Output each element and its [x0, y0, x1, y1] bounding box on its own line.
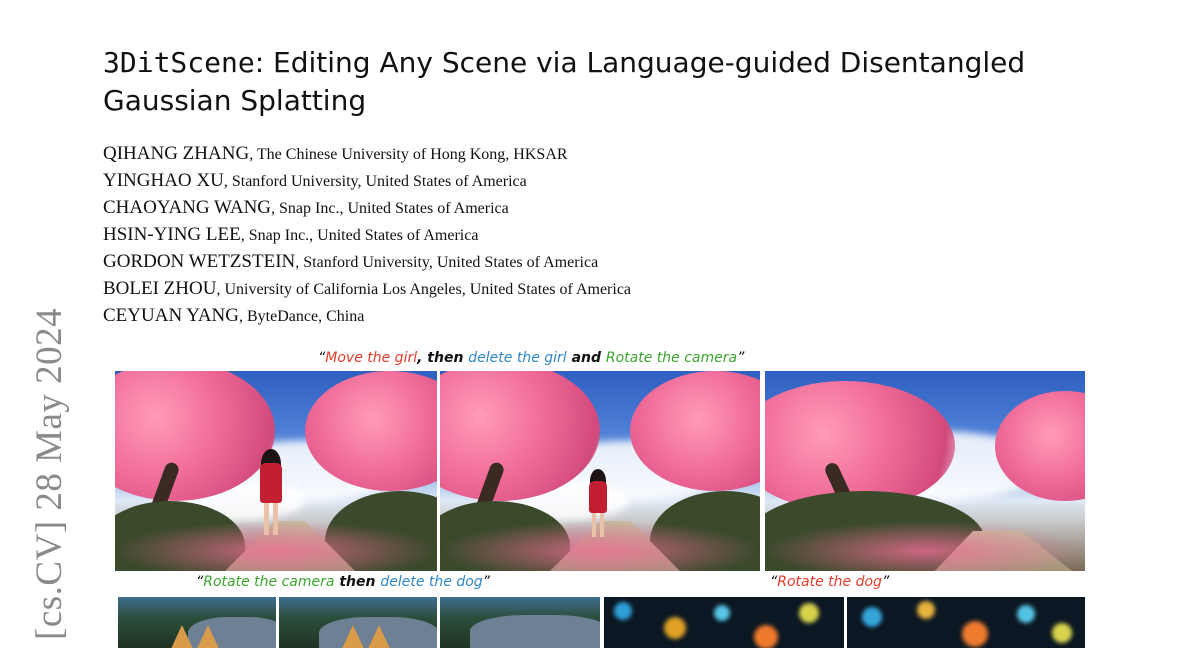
author-affiliation: , University of California Los Angeles, …	[216, 281, 632, 298]
author-entry: YINGHAO XU, Stanford University, United …	[103, 167, 631, 194]
author-affiliation: , Snap Inc., United States of America	[271, 200, 509, 217]
author-affiliation: , Stanford University, United States of …	[295, 254, 599, 271]
figure-panel-moved-girl	[440, 371, 760, 571]
author-entry: QIHANG ZHANG, The Chinese University of …	[103, 140, 631, 167]
caption-then: , then	[417, 350, 469, 366]
author-entry: CHAOYANG WANG, Snap Inc., United States …	[103, 194, 631, 221]
author-name: CEYUAN YANG	[103, 305, 239, 326]
author-name: GORDON WETZSTEIN	[103, 251, 296, 272]
author-list: QIHANG ZHANG, The Chinese University of …	[103, 140, 631, 329]
figure-panel-dog-1	[118, 597, 276, 648]
author-name: CHAOYANG WANG	[103, 197, 272, 218]
caption-delete-girl: delete the girl	[468, 350, 567, 366]
author-name: HSIN-YING LEE	[103, 224, 241, 245]
quote-close: ”	[737, 350, 745, 366]
figure-panel-rotated-camera	[765, 371, 1085, 571]
author-name: QIHANG ZHANG	[103, 143, 250, 164]
author-affiliation: , Stanford University, United States of …	[223, 173, 527, 190]
author-affiliation: , ByteDance, China	[239, 308, 365, 325]
caption-move-girl: Move the girl	[325, 350, 418, 366]
author-entry: HSIN-YING LEE, Snap Inc., United States …	[103, 221, 631, 248]
title-line1-rest: : Editing Any Scene via Language-guided …	[254, 46, 1026, 79]
author-name: YINGHAO XU	[103, 170, 224, 191]
author-affiliation: , Snap Inc., United States of America	[240, 227, 479, 244]
figure-panel-bokeh-2	[847, 597, 1085, 648]
author-entry: CEYUAN YANG, ByteDance, China	[103, 302, 631, 329]
title-line2: Gaussian Splatting	[103, 84, 367, 117]
caption-delete-dog: delete the dog	[380, 574, 483, 590]
caption-rotate-camera: Rotate the camera	[203, 574, 335, 590]
figure-panel-bokeh-1	[604, 597, 844, 648]
caption-and: and	[566, 350, 606, 366]
quote-close: ”	[881, 574, 890, 590]
paper-title: 3DitScene: Editing Any Scene via Languag…	[103, 44, 1103, 120]
author-affiliation: , The Chinese University of Hong Kong, H…	[249, 146, 568, 163]
author-entry: BOLEI ZHOU, University of California Los…	[103, 275, 631, 302]
author-entry: GORDON WETZSTEIN, Stanford University, U…	[103, 248, 631, 275]
figure-panel-original	[115, 371, 437, 571]
caption-rotate-dog: Rotate the dog	[777, 574, 882, 590]
caption-then: then	[334, 574, 381, 590]
author-name: BOLEI ZHOU	[103, 278, 217, 299]
title-method-name: 3DitScene	[103, 46, 255, 79]
quote-close: ”	[482, 574, 490, 590]
arxiv-side-stamp: [cs.CV] 28 May 2024	[29, 307, 70, 640]
figure-panel-dog-2	[279, 597, 437, 648]
caption-rotate-camera: Rotate the camera	[605, 350, 738, 366]
figure-caption-bottom-right: “Rotate the dog”	[770, 574, 889, 590]
figure-caption-bottom-left: “Rotate the camera then delete the dog”	[196, 574, 490, 590]
figure-caption-top: “Move the girl, then delete the girl and…	[318, 350, 744, 366]
figure-panel-dog-deleted	[440, 597, 600, 648]
